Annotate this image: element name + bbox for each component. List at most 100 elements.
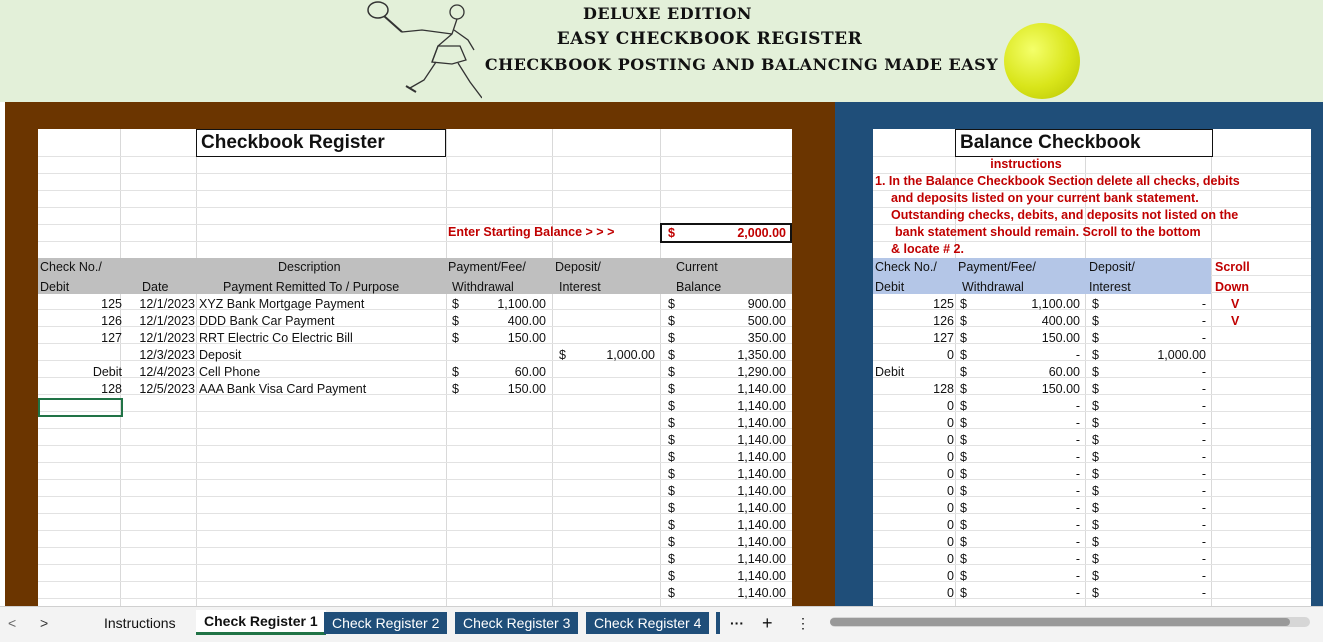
- row-balance-dollar[interactable]: $: [668, 432, 675, 449]
- row-balance[interactable]: 1,140.00: [737, 534, 786, 551]
- bal-row-deposit[interactable]: -: [1202, 364, 1206, 381]
- bal-row-payment-dollar[interactable]: $: [960, 381, 967, 398]
- row-balance-dollar[interactable]: $: [668, 568, 675, 585]
- bal-row-deposit[interactable]: -: [1202, 296, 1206, 313]
- row-payment-dollar[interactable]: $: [452, 313, 459, 330]
- bal-row-payment-dollar[interactable]: $: [960, 517, 967, 534]
- bal-row-check-no[interactable]: 128: [933, 381, 954, 398]
- row-description[interactable]: Cell Phone: [199, 364, 260, 381]
- row-balance-dollar[interactable]: $: [668, 585, 675, 602]
- row-balance[interactable]: 350.00: [748, 330, 786, 347]
- bal-row-check-no[interactable]: 0: [947, 568, 954, 585]
- bal-row-deposit-dollar[interactable]: $: [1092, 585, 1099, 602]
- bal-row-check-no[interactable]: 0: [947, 398, 954, 415]
- bal-row-payment-dollar[interactable]: $: [960, 551, 967, 568]
- bal-row-deposit[interactable]: -: [1202, 449, 1206, 466]
- row-balance[interactable]: 500.00: [748, 313, 786, 330]
- bal-row-payment[interactable]: -: [1076, 449, 1080, 466]
- row-balance[interactable]: 1,290.00: [737, 364, 786, 381]
- bal-row-payment[interactable]: -: [1076, 398, 1080, 415]
- row-description[interactable]: RRT Electric Co Electric Bill: [199, 330, 353, 347]
- row-description[interactable]: XYZ Bank Mortgage Payment: [199, 296, 364, 313]
- row-balance[interactable]: 1,140.00: [737, 381, 786, 398]
- row-balance-dollar[interactable]: $: [668, 466, 675, 483]
- bal-row-check-no[interactable]: Debit: [875, 364, 904, 381]
- bal-row-payment-dollar[interactable]: $: [960, 432, 967, 449]
- row-balance[interactable]: 1,140.00: [737, 432, 786, 449]
- tab-check-register-2[interactable]: Check Register 2: [324, 612, 448, 634]
- row-balance[interactable]: 1,140.00: [737, 449, 786, 466]
- bal-row-payment-dollar[interactable]: $: [960, 330, 967, 347]
- row-balance[interactable]: 900.00: [748, 296, 786, 313]
- bal-row-payment[interactable]: -: [1076, 534, 1080, 551]
- tab-check-register-5-partial[interactable]: [716, 612, 720, 634]
- bal-row-payment-dollar[interactable]: $: [960, 585, 967, 602]
- row-balance-dollar[interactable]: $: [668, 313, 675, 330]
- bal-row-payment[interactable]: 60.00: [1049, 364, 1080, 381]
- tab-instructions[interactable]: Instructions: [96, 612, 184, 634]
- bal-row-deposit-dollar[interactable]: $: [1092, 500, 1099, 517]
- row-balance[interactable]: 1,140.00: [737, 585, 786, 602]
- bal-row-deposit[interactable]: 1,000.00: [1157, 347, 1206, 364]
- row-check-no[interactable]: 126: [101, 313, 122, 330]
- bal-row-check-no[interactable]: 0: [947, 517, 954, 534]
- bal-row-payment[interactable]: -: [1076, 517, 1080, 534]
- bal-row-check-no[interactable]: 125: [933, 296, 954, 313]
- bal-row-check-no[interactable]: 127: [933, 330, 954, 347]
- bal-row-deposit-dollar[interactable]: $: [1092, 466, 1099, 483]
- row-balance[interactable]: 1,140.00: [737, 551, 786, 568]
- bal-row-deposit[interactable]: -: [1202, 466, 1206, 483]
- row-balance-dollar[interactable]: $: [668, 347, 675, 364]
- row-balance-dollar[interactable]: $: [668, 296, 675, 313]
- row-description[interactable]: Deposit: [199, 347, 241, 364]
- bal-row-check-no[interactable]: 0: [947, 483, 954, 500]
- row-payment[interactable]: 150.00: [508, 330, 546, 347]
- row-check-no[interactable]: 125: [101, 296, 122, 313]
- bal-row-payment[interactable]: -: [1076, 585, 1080, 602]
- bal-row-check-no[interactable]: 0: [947, 449, 954, 466]
- bal-row-deposit[interactable]: -: [1202, 432, 1206, 449]
- row-payment[interactable]: 150.00: [508, 381, 546, 398]
- row-check-no[interactable]: 128: [101, 381, 122, 398]
- bal-row-payment-dollar[interactable]: $: [960, 534, 967, 551]
- bal-row-deposit[interactable]: -: [1202, 551, 1206, 568]
- row-date[interactable]: 12/1/2023: [139, 330, 195, 347]
- bal-row-check-no[interactable]: 0: [947, 432, 954, 449]
- bal-row-deposit-dollar[interactable]: $: [1092, 381, 1099, 398]
- bal-row-deposit-dollar[interactable]: $: [1092, 517, 1099, 534]
- bal-row-deposit-dollar[interactable]: $: [1092, 330, 1099, 347]
- row-balance[interactable]: 1,140.00: [737, 415, 786, 432]
- row-balance-dollar[interactable]: $: [668, 364, 675, 381]
- row-payment[interactable]: 400.00: [508, 313, 546, 330]
- add-sheet-icon[interactable]: +: [754, 612, 781, 634]
- row-date[interactable]: 12/5/2023: [139, 381, 195, 398]
- bal-row-deposit-dollar[interactable]: $: [1092, 364, 1099, 381]
- row-payment-dollar[interactable]: $: [452, 330, 459, 347]
- bal-row-payment-dollar[interactable]: $: [960, 364, 967, 381]
- bal-row-check-no[interactable]: 0: [947, 534, 954, 551]
- row-balance-dollar[interactable]: $: [668, 415, 675, 432]
- bal-row-check-no[interactable]: 126: [933, 313, 954, 330]
- bal-row-payment[interactable]: 150.00: [1042, 381, 1080, 398]
- row-description[interactable]: AAA Bank Visa Card Payment: [199, 381, 366, 398]
- row-balance-dollar[interactable]: $: [668, 551, 675, 568]
- bal-row-deposit[interactable]: -: [1202, 483, 1206, 500]
- row-balance-dollar[interactable]: $: [668, 483, 675, 500]
- row-payment[interactable]: 60.00: [515, 364, 546, 381]
- bal-row-deposit[interactable]: -: [1202, 500, 1206, 517]
- tab-scroll-prev-icon[interactable]: <: [0, 612, 24, 634]
- row-payment-dollar[interactable]: $: [452, 296, 459, 313]
- bal-row-deposit[interactable]: -: [1202, 398, 1206, 415]
- row-balance[interactable]: 1,140.00: [737, 517, 786, 534]
- row-check-no[interactable]: 127: [101, 330, 122, 347]
- horizontal-scrollbar[interactable]: [830, 617, 1310, 627]
- row-balance-dollar[interactable]: $: [668, 517, 675, 534]
- bal-row-deposit[interactable]: -: [1202, 568, 1206, 585]
- bal-row-deposit[interactable]: -: [1202, 330, 1206, 347]
- bal-row-payment[interactable]: -: [1076, 432, 1080, 449]
- bal-row-deposit[interactable]: -: [1202, 415, 1206, 432]
- row-balance[interactable]: 1,350.00: [737, 347, 786, 364]
- bal-row-payment[interactable]: 150.00: [1042, 330, 1080, 347]
- bal-row-payment[interactable]: -: [1076, 568, 1080, 585]
- selected-cell[interactable]: [38, 398, 123, 417]
